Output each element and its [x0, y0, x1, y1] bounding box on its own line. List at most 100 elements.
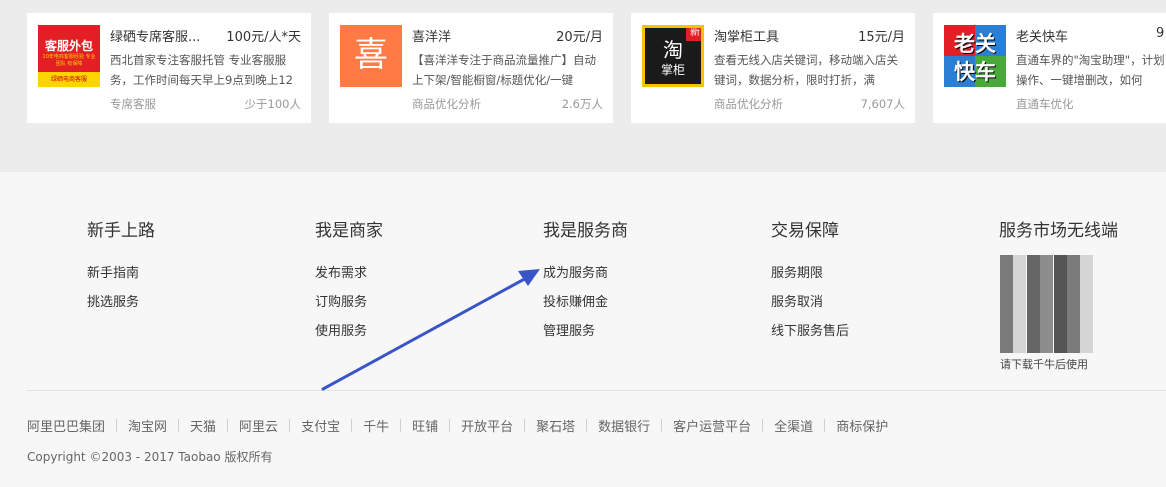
partner-link[interactable]: 开放平台	[461, 420, 513, 435]
partner-link[interactable]: 淘宝网	[128, 420, 167, 435]
qr-caption: 请下载千牛后使用	[1000, 358, 1088, 371]
logo-text: 客服外包	[44, 39, 93, 53]
qr-pixel	[1067, 269, 1080, 283]
footer-link[interactable]: 服务取消	[771, 291, 823, 310]
service-logo-3[interactable]: 淘 掌柜 新	[642, 25, 704, 87]
site-footer: 新手上路 新手指南 挑选服务 我是商家 发布需求 订购服务 使用服务 我是服务商…	[0, 172, 1166, 487]
link-separator	[586, 419, 588, 432]
qr-pixel	[1013, 283, 1027, 297]
service-logo-4[interactable]: 老关 快车	[944, 25, 1006, 87]
qr-pixel	[1040, 311, 1054, 325]
partner-link[interactable]: 旺铺	[412, 420, 438, 435]
service-users: 7,607人	[860, 97, 905, 111]
qr-pixel	[1026, 339, 1040, 353]
footer-link[interactable]: 新手指南	[87, 262, 139, 281]
link-separator	[116, 419, 118, 432]
logo-subtext: 10年电商客服经验 专业团队 有保障	[42, 54, 96, 67]
service-description: 查看无线入店关键词，移动端入店关键词，数据分析，限时打折，满	[714, 53, 898, 87]
qr-pixel	[1053, 297, 1067, 311]
partner-link[interactable]: 千牛	[363, 420, 389, 435]
qr-pixel	[1000, 297, 1013, 311]
logo-text: 喜	[354, 35, 388, 75]
qr-pixel	[1067, 339, 1080, 353]
footer-column-title: 服务市场无线端	[999, 221, 1118, 241]
partner-link[interactable]: 聚石塔	[536, 420, 575, 435]
qr-pixel	[1000, 325, 1013, 339]
qr-pixel	[1040, 269, 1054, 283]
partner-link[interactable]: 数据银行	[598, 420, 650, 435]
service-card-2[interactable]: 喜 喜洋洋 20元/月 【喜洋洋专注于商品流量推广】自动上下架/智能橱窗/标题优…	[329, 13, 613, 123]
service-category: 商品优化分析	[714, 97, 783, 111]
service-users: 2.6万人	[561, 97, 603, 111]
qr-pixel	[1040, 255, 1054, 269]
service-name[interactable]: 淘掌柜工具	[714, 26, 779, 45]
link-separator	[661, 419, 663, 432]
partner-link[interactable]: 支付宝	[301, 420, 340, 435]
partner-link[interactable]: 阿里云	[239, 420, 278, 435]
footer-link[interactable]: 挑选服务	[87, 291, 139, 310]
qr-pixel	[1067, 311, 1080, 325]
qr-code-image	[1000, 255, 1094, 367]
qr-pixel	[1013, 339, 1027, 353]
service-logo-1[interactable]: 客服外包 10年电商客服经验 专业团队 有保障 绿硒电商客服	[38, 25, 100, 87]
footer-column-title: 我是商家	[315, 221, 383, 241]
qr-pixel	[1040, 339, 1054, 353]
service-card-1[interactable]: 客服外包 10年电商客服经验 专业团队 有保障 绿硒电商客服 绿硒专席客服...…	[27, 13, 311, 123]
service-price: 9	[1156, 26, 1165, 41]
footer-column-title: 我是服务商	[543, 221, 628, 241]
partner-link[interactable]: 商标保护	[836, 420, 888, 435]
qr-pixel	[1026, 269, 1040, 283]
footer-link[interactable]: 服务期限	[771, 262, 823, 281]
service-logo-2[interactable]: 喜	[340, 25, 402, 87]
link-separator	[227, 419, 229, 432]
qr-pixel	[1013, 297, 1027, 311]
footer-link[interactable]: 订购服务	[315, 291, 367, 310]
link-separator	[400, 419, 402, 432]
qr-pixel	[1053, 255, 1067, 269]
qr-pixel	[1040, 325, 1054, 339]
link-separator	[351, 419, 353, 432]
service-name[interactable]: 老关快车	[1016, 26, 1068, 45]
footer-link[interactable]: 线下服务售后	[771, 320, 849, 339]
service-name[interactable]: 喜洋洋	[412, 26, 451, 45]
footer-column-title: 新手上路	[87, 221, 155, 241]
qr-pixel	[1026, 297, 1040, 311]
service-price: 20元/月	[556, 30, 603, 45]
partner-link[interactable]: 阿里巴巴集团	[27, 420, 105, 435]
logo-subtext: 快车	[954, 60, 996, 84]
footer-link[interactable]: 使用服务	[315, 320, 367, 339]
become-provider-link[interactable]: 成为服务商	[543, 262, 608, 281]
service-card-3[interactable]: 淘 掌柜 新 淘掌柜工具 15元/月 查看无线入店关键词，移动端入店关键词，数据…	[631, 13, 915, 123]
qr-pixel	[1026, 311, 1040, 325]
qr-pixel	[1080, 311, 1094, 325]
footer-divider	[27, 390, 1166, 391]
footer-link[interactable]: 发布需求	[315, 262, 367, 281]
qr-pixel	[1013, 311, 1027, 325]
partner-link[interactable]: 客户运营平台	[673, 420, 751, 435]
qr-pixel	[1053, 283, 1067, 297]
qr-pixel	[1000, 283, 1013, 297]
qr-pixel	[1067, 325, 1080, 339]
link-separator	[762, 419, 764, 432]
qr-pixel	[1080, 339, 1094, 353]
qr-pixel	[1000, 339, 1013, 353]
service-card-4[interactable]: 老关 快车 老关快车 9 直通车界的"淘宝助理"，计划操作、一键增删改，如何 直…	[933, 13, 1166, 123]
qr-pixel	[1026, 283, 1040, 297]
qr-pixel	[1080, 283, 1094, 297]
qr-pixel	[1053, 325, 1067, 339]
logo-text: 老关	[954, 32, 996, 56]
partner-link[interactable]: 天猫	[190, 420, 216, 435]
partner-link[interactable]: 全渠道	[774, 420, 813, 435]
qr-pixel	[1080, 269, 1094, 283]
qr-pixel	[1000, 255, 1013, 269]
service-category: 直通车优化	[1016, 97, 1074, 111]
link-separator	[449, 419, 451, 432]
footer-link[interactable]: 管理服务	[543, 320, 595, 339]
link-separator	[524, 419, 526, 432]
qr-pixel	[1053, 311, 1067, 325]
qr-pixel	[1000, 269, 1013, 283]
footer-link[interactable]: 投标赚佣金	[543, 291, 608, 310]
service-name[interactable]: 绿硒专席客服...	[110, 26, 200, 45]
qr-pixel	[1080, 325, 1094, 339]
qr-pixel	[1080, 255, 1094, 269]
